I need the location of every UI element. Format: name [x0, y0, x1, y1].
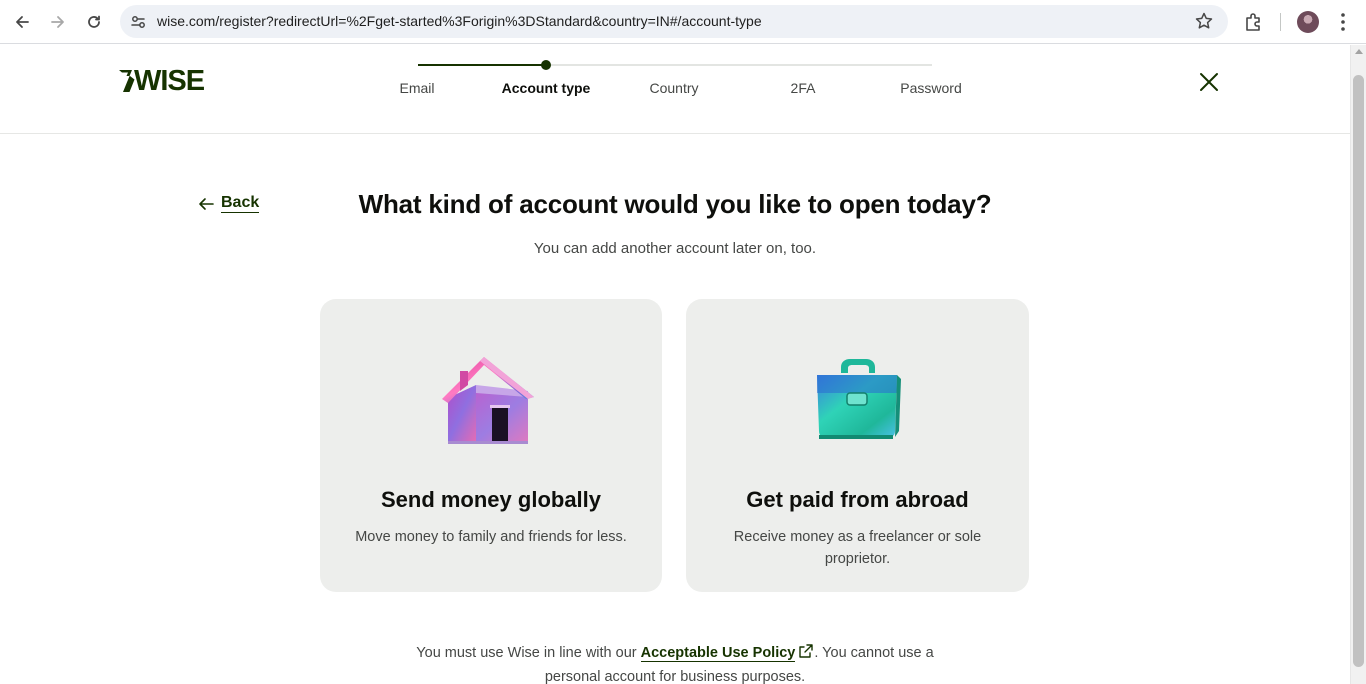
scroll-thumb[interactable]: [1353, 75, 1364, 667]
account-option-send-money[interactable]: Send money globally Move money to family…: [320, 299, 662, 592]
arrow-left-icon[interactable]: [8, 8, 36, 36]
acceptable-use-policy-link[interactable]: Acceptable Use Policy: [640, 645, 796, 662]
wise-logo-mark: WISE: [119, 65, 206, 97]
option-title: Get paid from abroad: [746, 487, 969, 512]
step-country: Country: [649, 80, 699, 96]
step-account-type: Account type: [501, 80, 591, 96]
logo-wordmark: WISE: [134, 65, 205, 93]
page-scrollbar[interactable]: [1350, 45, 1366, 684]
signup-progress-stepper: Email Account type Country 2FA Password: [380, 45, 1000, 134]
logo-flag-shape: [119, 70, 135, 92]
step-2fa: 2FA: [790, 80, 816, 96]
acceptable-use-note: You must use Wise in line with our Accep…: [0, 642, 1350, 684]
toolbar-divider: [1280, 13, 1281, 31]
page-title: What kind of account would you like to o…: [358, 189, 992, 219]
address-bar[interactable]: wise.com/register?redirectUrl=%2Fget-sta…: [120, 5, 1228, 38]
reload-icon[interactable]: [80, 8, 108, 36]
close-icon[interactable]: [1196, 69, 1222, 95]
option-title: Send money globally: [380, 487, 602, 512]
tune-icon[interactable]: [128, 12, 148, 32]
briefcase-illustration: [803, 353, 913, 453]
progress-track-fill: [418, 64, 546, 66]
url-text[interactable]: wise.com/register?redirectUrl=%2Fget-sta…: [157, 13, 762, 29]
wise-logo[interactable]: WISE: [117, 63, 225, 98]
step-email: Email: [399, 80, 435, 96]
external-link-icon[interactable]: [798, 643, 814, 666]
option-description: Move money to family and friends for les…: [355, 529, 627, 545]
kebab-icon[interactable]: [1336, 10, 1350, 34]
progress-current-dot: [541, 60, 551, 70]
profile-avatar[interactable]: [1297, 11, 1319, 33]
page-subtitle: You can add another account later on, to…: [533, 240, 817, 257]
note-text-after: . You cannot use a: [814, 645, 934, 661]
puzzle-icon[interactable]: [1243, 11, 1265, 33]
note-text-line2: personal account for business purposes.: [544, 669, 806, 684]
scroll-up-icon[interactable]: [1355, 49, 1363, 54]
browser-toolbar: wise.com/register?redirectUrl=%2Fget-sta…: [0, 0, 1366, 44]
note-text-before: You must use Wise in line with our: [416, 645, 641, 661]
page-header: WISE Email Account type Country 2FA Pass…: [0, 45, 1350, 134]
step-password: Password: [900, 80, 962, 96]
house-illustration: [436, 353, 546, 453]
option-description: Receive money as a freelancer or sole pr…: [733, 529, 982, 567]
star-icon[interactable]: [1194, 11, 1214, 31]
account-option-get-paid[interactable]: Get paid from abroad Receive money as a …: [686, 299, 1029, 592]
arrow-right-icon[interactable]: [44, 8, 72, 36]
